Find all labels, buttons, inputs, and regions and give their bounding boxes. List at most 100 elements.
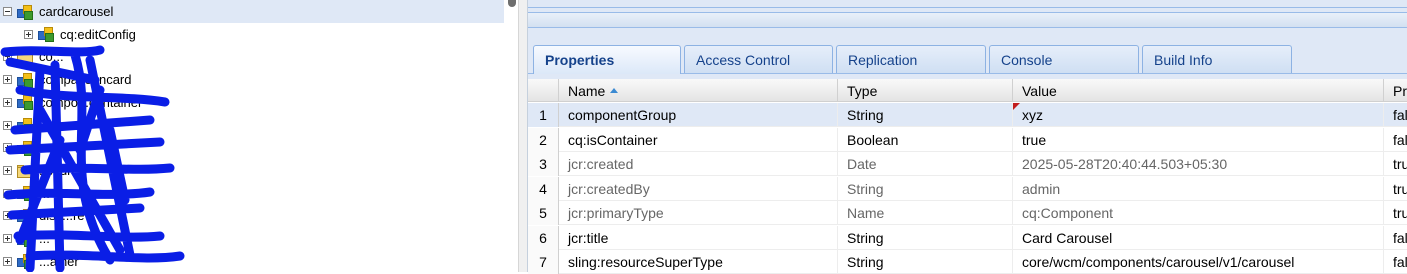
cell-type[interactable]: Name [838, 201, 1013, 225]
tree-item-label: ... [39, 140, 50, 156]
tree-item[interactable]: ... [0, 182, 50, 205]
expand-icon[interactable] [3, 52, 12, 62]
tree-item-label: comparisoncard [39, 72, 132, 88]
cell-protected[interactable]: true [1384, 177, 1407, 201]
properties-grid: Name Type Value Pro 1 componentGroup Strin… [528, 79, 1407, 274]
tree-item[interactable]: ...ainer [0, 250, 79, 272]
cell-protected[interactable]: false [1384, 226, 1407, 250]
cell-type[interactable]: String [838, 250, 1013, 274]
cell-protected[interactable]: true [1384, 152, 1407, 176]
row-number: 3 [528, 152, 559, 176]
panel-splitter[interactable] [518, 0, 528, 272]
table-row[interactable]: 7 sling:resourceSuperType String core/wcm/c… [528, 250, 1407, 274]
cell-type-text: String [847, 254, 884, 270]
tab-console[interactable]: Console [989, 45, 1139, 73]
grid-header: Name Type Value Pro [528, 79, 1407, 102]
table-row[interactable]: 2 cq:isContainer Boolean true false [528, 127, 1407, 152]
tree-item[interactable]: co... [0, 45, 64, 68]
header-type[interactable]: Type [838, 79, 1013, 102]
cell-type[interactable]: String [838, 103, 1013, 127]
content-tree: cardcarousel cq:editConfig co... comparison… [0, 0, 518, 272]
tree-item[interactable]: compo...container [0, 91, 142, 114]
expand-icon[interactable] [3, 165, 12, 175]
cell-value[interactable]: 2025-05-28T20:40:44.503+05:30 [1013, 152, 1384, 176]
table-row[interactable]: 4 jcr:createdBy String admin true [528, 176, 1407, 201]
tree-item[interactable]: disc...re [0, 204, 85, 227]
expand-icon[interactable] [3, 211, 12, 221]
cell-type[interactable]: Boolean [838, 127, 1013, 152]
cell-value[interactable]: core/wcm/components/carousel/v1/carousel [1013, 250, 1384, 274]
table-row[interactable]: 5 jcr:primaryType Name cq:Component true [528, 201, 1407, 225]
expand-icon[interactable] [3, 120, 12, 130]
tab-access-control[interactable]: Access Control [684, 45, 833, 73]
header-value[interactable]: Value [1013, 79, 1384, 102]
tree-item[interactable]: ...xtures [0, 159, 85, 182]
table-row[interactable]: 3 jcr:created Date 2025-05-28T20:40:44.503+… [528, 152, 1407, 176]
cell-protected[interactable]: false [1384, 103, 1407, 127]
cell-type[interactable]: Date [838, 152, 1013, 176]
expand-icon[interactable] [3, 256, 12, 266]
cell-type[interactable]: String [838, 176, 1013, 201]
cell-value[interactable]: admin [1013, 176, 1384, 201]
cell-protected-text: false [1393, 254, 1407, 270]
table-row[interactable]: 6 jcr:title String Card Carousel false [528, 225, 1407, 250]
cell-name[interactable]: jcr:createdBy [559, 176, 838, 201]
expand-icon[interactable] [24, 29, 33, 39]
tab-build-info[interactable]: Build Info [1142, 45, 1292, 73]
header-name[interactable]: Name [559, 79, 838, 102]
cell-name[interactable]: jcr:title [559, 225, 838, 250]
tree-item[interactable]: cardcarousel [0, 0, 504, 23]
tab-replication[interactable]: Replication [836, 45, 986, 73]
cell-protected[interactable]: false [1384, 128, 1407, 152]
table-row[interactable]: 1 componentGroup String xyz false [528, 103, 1407, 127]
cell-value[interactable]: cq:Component [1013, 201, 1384, 225]
cell-value-text: true [1022, 131, 1047, 148]
cell-type[interactable]: String [838, 225, 1013, 250]
cell-name-text: cq:isContainer [568, 131, 658, 148]
cell-name-text: jcr:title [568, 229, 609, 246]
scrollbar-thumb[interactable] [508, 0, 516, 7]
expand-icon[interactable] [3, 75, 12, 85]
cell-protected[interactable]: true [1384, 201, 1407, 225]
row-number-text: 3 [539, 156, 547, 172]
expand-icon[interactable] [3, 143, 12, 153]
cell-protected[interactable]: false [1384, 250, 1407, 274]
cell-value-text: 2025-05-28T20:40:44.503+05:30 [1022, 156, 1228, 172]
cell-name-text: jcr:created [568, 156, 634, 172]
component-icon [17, 231, 33, 247]
cell-name-text: jcr:primaryType [568, 205, 664, 221]
expand-icon[interactable] [3, 97, 12, 107]
tree-item[interactable]: ... [0, 227, 50, 250]
cell-value[interactable]: Card Carousel [1013, 225, 1384, 250]
cell-name[interactable]: jcr:primaryType [559, 201, 838, 225]
expand-icon[interactable] [3, 234, 12, 243]
cell-value-text: admin [1022, 180, 1061, 197]
cell-name[interactable]: componentGroup [559, 103, 838, 127]
cell-name[interactable]: jcr:created [559, 152, 838, 176]
tree-item-label: ... [39, 185, 50, 201]
component-icon [17, 140, 33, 156]
cell-type-text: Name [847, 205, 885, 221]
cell-type-text: String [847, 180, 884, 197]
cell-name[interactable]: cq:isContainer [559, 127, 838, 152]
tree-item-label: co... [39, 49, 64, 65]
tree-scrollbar[interactable] [504, 0, 518, 272]
cell-value[interactable]: xyz [1013, 103, 1384, 127]
cell-value[interactable]: true [1013, 127, 1384, 152]
tree-item[interactable]: ... [0, 136, 50, 159]
row-number: 7 [528, 250, 559, 274]
row-number-text: 7 [539, 254, 547, 270]
row-number: 5 [528, 201, 559, 225]
header-protected[interactable]: Pro [1384, 79, 1407, 102]
row-number: 4 [528, 176, 559, 201]
row-number: 1 [528, 103, 559, 127]
properties-panel: Properties Access Control Replication Conso… [528, 0, 1407, 274]
expand-icon[interactable] [3, 188, 12, 198]
tree-item[interactable]: ...a [0, 114, 57, 137]
tree-item[interactable]: comparisoncard [0, 68, 132, 91]
collapse-icon[interactable] [3, 7, 12, 16]
tab-properties[interactable]: Properties [533, 45, 681, 74]
cell-name[interactable]: sling:resourceSuperType [559, 250, 838, 274]
tab-strip: Properties Access Control Replication Conso… [528, 28, 1407, 74]
tree-item[interactable]: cq:editConfig [0, 23, 136, 46]
